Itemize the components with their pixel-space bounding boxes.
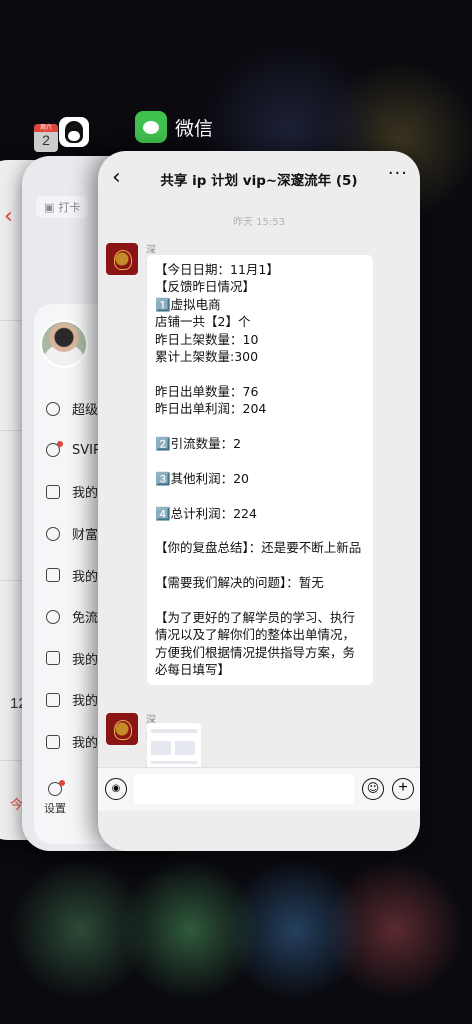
sender-avatar[interactable]: [106, 243, 138, 275]
message-timestamp: 昨天 15:53: [233, 217, 285, 228]
menu-item-label: 免流: [72, 611, 99, 627]
message-line: 【需要我们解决的问题】：暂无: [155, 575, 324, 591]
menu-item-label: 我的: [72, 486, 99, 502]
message-line: 【今日日期：11月1】: [155, 262, 279, 277]
checkin-button[interactable]: ▣ 打卡: [36, 196, 89, 218]
chat-bubble-icon: [143, 120, 159, 134]
calendar-check-icon: ▣: [44, 200, 55, 214]
menu-item-label: 我的: [72, 569, 99, 585]
settings-label: 设置: [44, 802, 66, 815]
message-line: 2️⃣引流数量：2: [155, 436, 242, 452]
sender-avatar[interactable]: [106, 713, 138, 745]
message-line: [155, 557, 365, 574]
menu-item-label: 财富: [72, 528, 99, 544]
qq-penguin-icon: [65, 121, 83, 143]
message-line: [155, 418, 365, 435]
message-line: 累计上架数量:300: [155, 349, 259, 365]
voice-icon[interactable]: ◉: [105, 778, 127, 800]
message-line: 3️⃣其他利润：20: [155, 470, 249, 486]
shirt-icon: [46, 568, 60, 583]
menu-item-label: 我的: [72, 652, 99, 668]
menu-item-label: 超级: [72, 403, 99, 419]
add-icon[interactable]: +: [392, 778, 414, 800]
notification-dot: [59, 780, 65, 786]
more-icon[interactable]: ···: [388, 163, 408, 184]
star-file-icon: [46, 692, 60, 707]
message-line: 昨日出单数量：76: [155, 383, 259, 399]
chat-title: 共享 ip 计划 vip~深邃流年 (5): [160, 173, 358, 189]
back-chevron-icon: ‹: [4, 204, 13, 229]
chat-nav-bar: ‹ 共享 ip 计划 vip~深邃流年 (5) ···: [98, 151, 420, 207]
chat-message: 深邃流年 【今日日期：11月1】【反馈昨日情况】1️⃣虚拟电商店铺一共【2】个昨…: [106, 243, 373, 685]
message-input[interactable]: [134, 774, 354, 804]
message-line: [155, 452, 365, 469]
signal-icon: [46, 609, 60, 624]
notification-dot: [57, 441, 63, 448]
message-line: [155, 365, 365, 382]
menu-item-label: 我的: [72, 736, 99, 752]
message-line: [155, 592, 365, 609]
settings-button[interactable]: 设置: [44, 780, 66, 816]
message-line: 【为了更好的了解学员的学习、执行情况以及了解你们的整体出单情况，方便我们根据情况…: [155, 610, 356, 678]
message-line: [155, 522, 365, 539]
chat-input-bar: ◉ ☺ +: [98, 767, 420, 811]
wechat-app-label: 微信: [175, 118, 214, 140]
message-line: 4️⃣总计利润：224: [155, 505, 257, 521]
crown-icon: [46, 401, 60, 416]
message-line: 【你的复盘总结】：还是要不断上新品: [155, 540, 362, 556]
message-line: 昨日上架数量：10: [155, 331, 259, 347]
menu-item-label: SVIP: [72, 442, 101, 458]
gear-icon: [48, 780, 65, 796]
message-line: 1️⃣虚拟电商: [155, 296, 221, 312]
emoji-icon[interactable]: ☺: [362, 778, 384, 800]
wechat-app-icon[interactable]: [135, 111, 167, 143]
folder-icon: [46, 734, 60, 749]
wechat-app-card[interactable]: ‹ 共享 ip 计划 vip~深邃流年 (5) ··· 昨天 15:53 深邃流…: [98, 151, 420, 851]
checkin-label: 打卡: [58, 201, 81, 214]
message-line: 店铺一共【2】个: [155, 314, 251, 330]
qq-app-icon[interactable]: [59, 117, 89, 147]
calendar-day: 2: [42, 132, 50, 148]
message-bubble[interactable]: 【今日日期：11月1】 【反馈昨日情况】 1️⃣虚拟电商店铺一共【2】个 昨日上架数量…: [147, 255, 373, 685]
moneybag-icon: [46, 526, 60, 541]
message-line: 昨日出单利润：204: [155, 401, 267, 417]
avatar[interactable]: [40, 320, 88, 368]
gem-icon: [46, 441, 63, 458]
back-chevron-icon[interactable]: ‹: [112, 165, 121, 190]
image-icon: [46, 651, 60, 666]
calendar-weekday: 周六: [34, 124, 58, 132]
menu-item-label: 我的: [72, 694, 99, 710]
calendar-icon[interactable]: 周六 2: [34, 124, 58, 152]
wallet-icon: [46, 484, 60, 499]
message-line: [155, 487, 365, 504]
message-line: 【反馈昨日情况】: [155, 279, 256, 295]
chat-message: 深邃流年: [106, 713, 201, 787]
